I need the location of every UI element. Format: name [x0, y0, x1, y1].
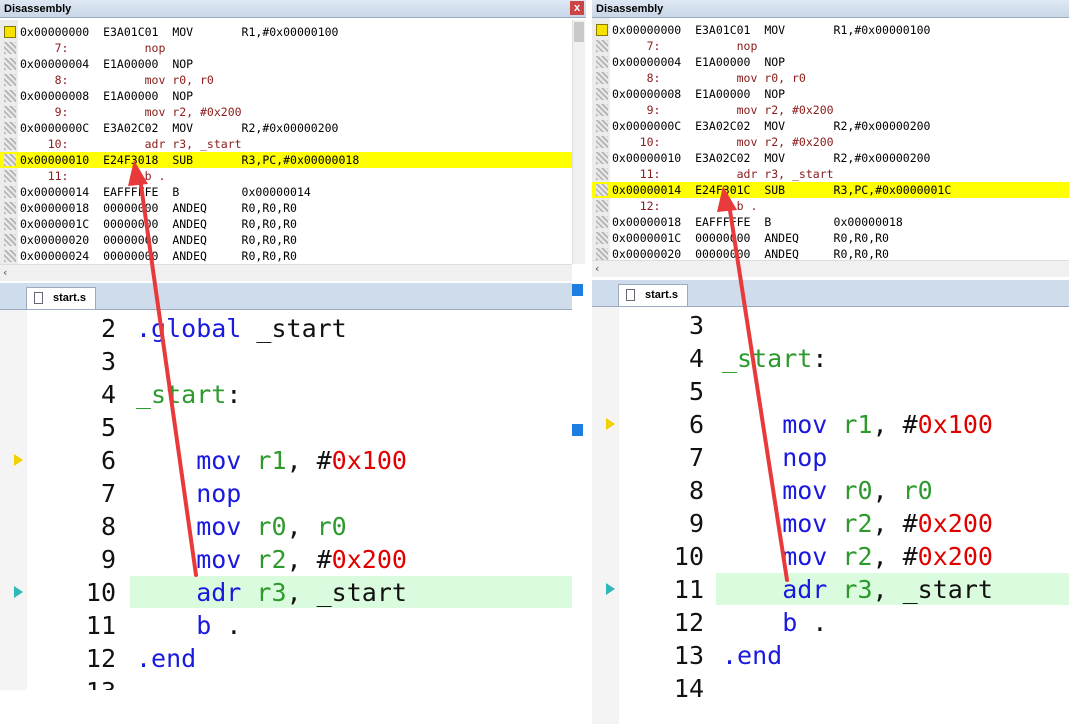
annotation-overlay	[128, 160, 789, 582]
annotation-arrow	[128, 160, 198, 577]
annotation-arrow	[717, 186, 789, 582]
